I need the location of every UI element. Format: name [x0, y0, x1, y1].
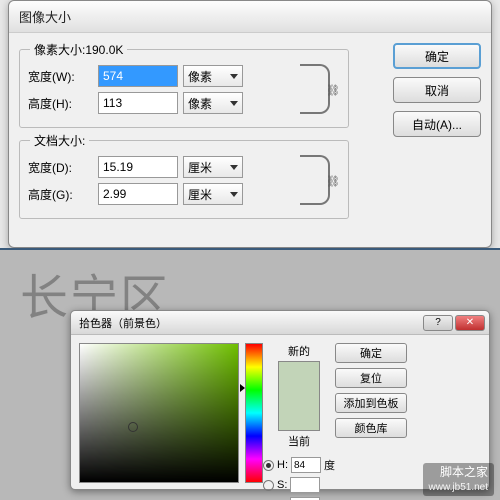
chevron-down-icon: [230, 165, 238, 170]
cancel-button[interactable]: 取消: [393, 77, 481, 103]
ok-button[interactable]: 确定: [393, 43, 481, 69]
dialog-title: 拾色器（前景色）: [79, 315, 167, 331]
current-swatch: [279, 396, 319, 430]
height-g-unit-dropdown[interactable]: 厘米: [183, 183, 243, 205]
color-library-button[interactable]: 颜色库: [335, 418, 407, 438]
document-size-group: 文档大小: 宽度(D): 厘米 高度(G): 厘米 ⛓: [19, 140, 349, 219]
add-swatch-button[interactable]: 添加到色板: [335, 393, 407, 413]
saturation-brightness-field[interactable]: [79, 343, 239, 483]
link-icon[interactable]: ⛓: [326, 175, 340, 188]
width-d-input[interactable]: [98, 156, 178, 178]
h-radio[interactable]: [263, 460, 274, 471]
hue-pointer-icon: [240, 384, 245, 392]
height-input[interactable]: [98, 92, 178, 114]
current-color-label: 当前: [288, 433, 310, 449]
image-size-dialog: 图像大小 像素大小:190.0K 宽度(W): 像素 高度(H): 像素: [8, 0, 492, 248]
width-input[interactable]: [98, 65, 178, 87]
help-button[interactable]: ?: [423, 315, 453, 331]
new-swatch: [279, 362, 319, 396]
hue-slider[interactable]: [245, 343, 263, 483]
picker-cursor-icon: [128, 422, 138, 432]
doc-size-label: 文档大小:: [30, 132, 89, 149]
width-d-unit-dropdown[interactable]: 厘米: [183, 156, 243, 178]
chevron-down-icon: [230, 74, 238, 79]
color-preview: [278, 361, 320, 431]
height-g-label: 高度(G):: [28, 186, 93, 203]
chevron-down-icon: [230, 192, 238, 197]
width-label: 宽度(W):: [28, 68, 93, 85]
width-unit-dropdown[interactable]: 像素: [183, 65, 243, 87]
watermark: 脚本之家 www.jb51.net: [423, 463, 494, 496]
s-input[interactable]: [290, 477, 320, 493]
auto-button[interactable]: 自动(A)...: [393, 111, 481, 137]
width-d-label: 宽度(D):: [28, 159, 93, 176]
new-color-label: 新的: [288, 343, 310, 359]
h-input[interactable]: [291, 457, 321, 473]
dialog-title: 图像大小: [9, 1, 491, 33]
reset-button[interactable]: 复位: [335, 368, 407, 388]
height-label: 高度(H):: [28, 95, 93, 112]
s-radio[interactable]: [263, 480, 274, 491]
chevron-down-icon: [230, 101, 238, 106]
pixel-size-group: 像素大小:190.0K 宽度(W): 像素 高度(H): 像素 ⛓: [19, 49, 349, 128]
pixel-size-label: 像素大小:190.0K: [30, 41, 127, 58]
link-icon[interactable]: ⛓: [326, 84, 340, 97]
close-button[interactable]: ✕: [455, 315, 485, 331]
height-unit-dropdown[interactable]: 像素: [183, 92, 243, 114]
height-g-input[interactable]: [98, 183, 178, 205]
ok-button[interactable]: 确定: [335, 343, 407, 363]
